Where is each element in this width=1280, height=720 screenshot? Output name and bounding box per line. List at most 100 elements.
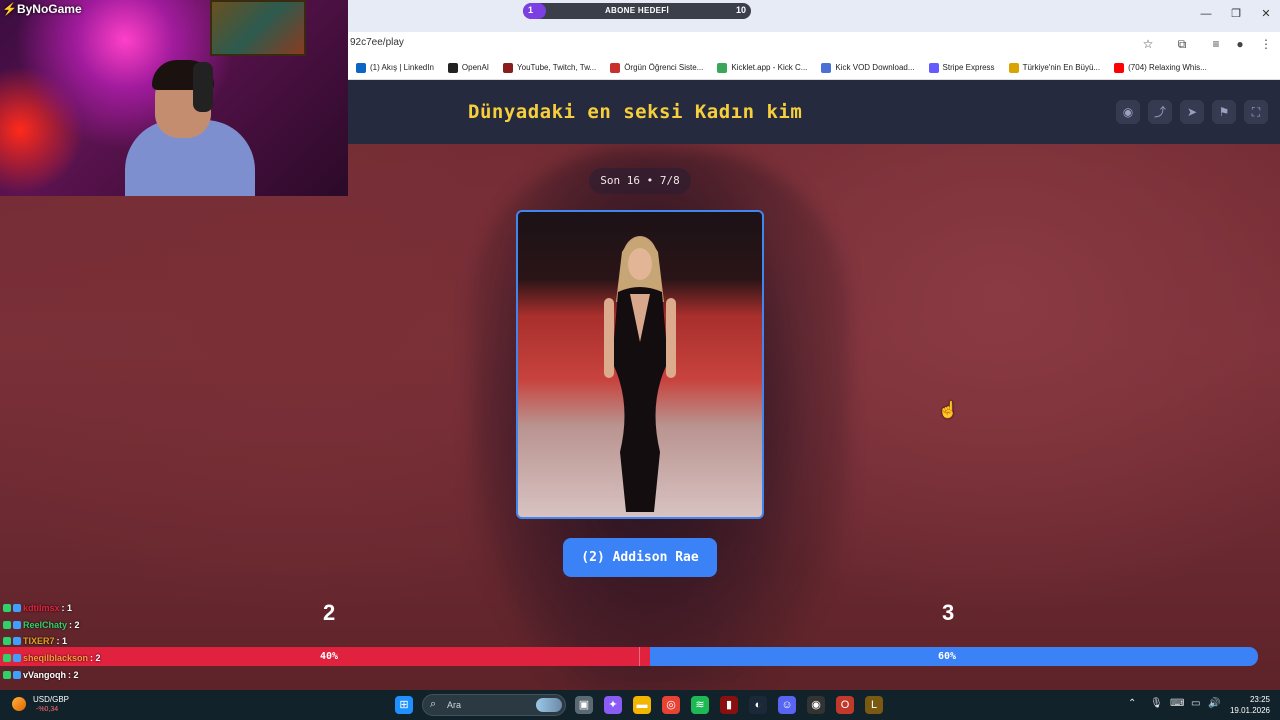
discord-icon[interactable]: ☺ [778, 696, 796, 714]
microphone-icon[interactable]: 🎙 [1150, 698, 1163, 709]
bookmark-label: Örgün Öğrenci Siste... [624, 63, 704, 72]
vote-center-line [639, 647, 640, 666]
file-explorer-icon[interactable]: ▬ [633, 696, 651, 714]
kick-badge-icon [3, 637, 11, 646]
right-vote-percent: 60% [938, 651, 957, 662]
app-red-icon[interactable]: ▮ [720, 696, 738, 714]
bookmark-item[interactable]: Türkiye'nin En Büyü... [1008, 62, 1101, 73]
goal-end-value: 10 [735, 5, 746, 15]
bookmark-label: OpenAI [461, 63, 490, 72]
chat-username: TIXER7 [23, 636, 55, 647]
bookmark-label: Kicklet.app - Kick C... [731, 63, 808, 72]
restore-icon[interactable]: ❐ [1228, 6, 1244, 22]
bookmarks-bar: (1) Akış | LinkedIn OpenAI YouTube, Twitch… [348, 56, 1280, 80]
league-icon[interactable]: L [865, 696, 883, 714]
kick-badge-icon [3, 604, 11, 613]
chat-message: sheqilblackson: 2 [3, 649, 103, 667]
task-view-icon[interactable]: ▣ [575, 696, 593, 714]
vote-candidate-button[interactable]: (2) Addison Rae [563, 538, 717, 577]
chat-overlay: kdtilmsx: 1 ReelChaty: 2 TIXER7: 1 sheqilbl… [3, 600, 203, 683]
extensions-icon[interactable]: ⧉ [1174, 36, 1190, 52]
bookmark-item[interactable]: Kicklet.app - Kick C... [717, 62, 808, 73]
chat-vote-value: : 1 [56, 636, 68, 647]
chat-username: sheqilblackson [23, 653, 89, 664]
bookmark-item[interactable]: Örgün Öğrenci Siste... [610, 62, 704, 73]
opera-icon[interactable]: O [836, 696, 854, 714]
search-icon: ⌕ [430, 698, 437, 710]
left-vote-count: 2 [323, 600, 336, 625]
keyboard-icon[interactable]: ⌨ [1170, 698, 1184, 709]
bookmark-label: (704) Relaxing Whis... [1128, 63, 1207, 72]
subscriber-badge-icon [13, 654, 21, 663]
chat-message: kdtilmsx: 1 [3, 600, 203, 617]
media-icon[interactable]: ≡ [1208, 36, 1224, 52]
chat-vote-value: : 2 [90, 653, 101, 664]
chrome-icon[interactable]: ◎ [662, 696, 680, 714]
ticker-name[interactable]: USD/GBP [33, 695, 69, 704]
star-icon[interactable]: ☆ [1140, 36, 1156, 52]
bookmark-label: Stripe Express [942, 63, 995, 72]
page-header: Dünyadaki en seksi Kadın kim ◉ ⤴ ➤ ⚑ ⛶ [348, 80, 1280, 144]
subscriber-badge-icon [13, 670, 21, 679]
spotify-icon[interactable]: ≋ [691, 696, 709, 714]
bookmark-item[interactable]: (1) Akış | LinkedIn [356, 62, 434, 73]
tray-chevron-icon[interactable]: ⌃ [1128, 698, 1136, 709]
wall-poster [210, 0, 306, 56]
bookmark-favicon-icon [717, 62, 728, 73]
chat-vote-value: : 2 [68, 669, 79, 680]
bookmark-item[interactable]: Stripe Express [928, 62, 995, 73]
bookmark-favicon-icon [821, 62, 832, 73]
left-vote-percent: 40% [320, 651, 339, 662]
bookmark-favicon-icon [356, 62, 366, 73]
bookmark-item[interactable]: YouTube, Twitch, Tw... [503, 62, 596, 73]
chat-username: kdtilmsx [23, 603, 60, 614]
display-icon[interactable]: ▭ [1191, 698, 1200, 709]
chat-message: vVangoqh: 2 [3, 666, 203, 683]
search-placeholder: Ara [447, 700, 462, 710]
send-icon[interactable]: ➤ [1180, 100, 1204, 124]
bookmark-favicon-icon [503, 62, 514, 73]
flag-icon[interactable]: ⚑ [1212, 100, 1236, 124]
bookmark-item[interactable]: OpenAI [447, 62, 490, 73]
clock-date: 19.01.2026 [1229, 706, 1270, 715]
obs-icon[interactable]: ◉ [807, 696, 825, 714]
bookmark-favicon-icon [1008, 62, 1019, 73]
share-icon[interactable]: ⤴ [1148, 100, 1172, 124]
taskbar-search[interactable]: ⌕ Ara [422, 694, 566, 716]
eye-icon[interactable]: ◉ [1116, 100, 1140, 124]
copilot-icon[interactable]: ✦ [604, 696, 622, 714]
page-title: Dünyadaki en seksi Kadın kim [468, 101, 803, 123]
bookmark-favicon-icon [1114, 62, 1125, 73]
fullscreen-icon[interactable]: ⛶ [1244, 100, 1268, 124]
subscriber-goal-bar: 1 ABONE HEDEFİ 10 [523, 3, 751, 19]
url-text[interactable]: 92c7ee/play [350, 37, 404, 48]
search-highlight-image [536, 698, 562, 712]
close-icon[interactable]: ✕ [1258, 6, 1274, 22]
minimize-icon[interactable]: — [1198, 6, 1214, 22]
candidate-photo[interactable] [516, 210, 764, 519]
windows-start-icon[interactable]: ⊞ [395, 696, 413, 714]
address-bar[interactable]: 92c7ee/play ☆ ⧉ ≡ ● ⋮ [348, 32, 1280, 56]
bookmark-label: (1) Akış | LinkedIn [370, 63, 434, 72]
bookmark-favicon-icon [610, 62, 621, 73]
bookmark-item[interactable]: (704) Relaxing Whis... [1114, 62, 1207, 73]
ticker-value: -%0,34 [36, 706, 59, 713]
bookmark-label: Kick VOD Download... [835, 63, 915, 72]
tray-clock[interactable]: 23:25 19.01.2026 [1230, 694, 1270, 716]
subscriber-badge-icon [13, 620, 21, 629]
webcam-overlay: ⚡ByNoGame [0, 0, 348, 196]
candidate-figure [604, 236, 676, 512]
chat-vote-value: : 1 [61, 603, 73, 614]
weather-ticker-icon [12, 697, 26, 711]
bookmark-favicon-icon [447, 62, 458, 73]
menu-icon[interactable]: ⋮ [1258, 36, 1274, 52]
bookmark-label: Türkiye'nin En Büyü... [1022, 63, 1101, 72]
steam-icon[interactable]: ◐ [749, 696, 767, 714]
chat-vote-value: : 2 [69, 619, 80, 630]
profile-avatar[interactable]: ● [1232, 36, 1248, 52]
hand-cursor-icon: ☝ [938, 402, 958, 419]
chat-message: TIXER7: 1 [3, 633, 203, 650]
bookmark-item[interactable]: Kick VOD Download... [821, 62, 915, 73]
channel-logo: ⚡ByNoGame [2, 2, 82, 16]
volume-icon[interactable]: 🔊 [1208, 698, 1220, 709]
